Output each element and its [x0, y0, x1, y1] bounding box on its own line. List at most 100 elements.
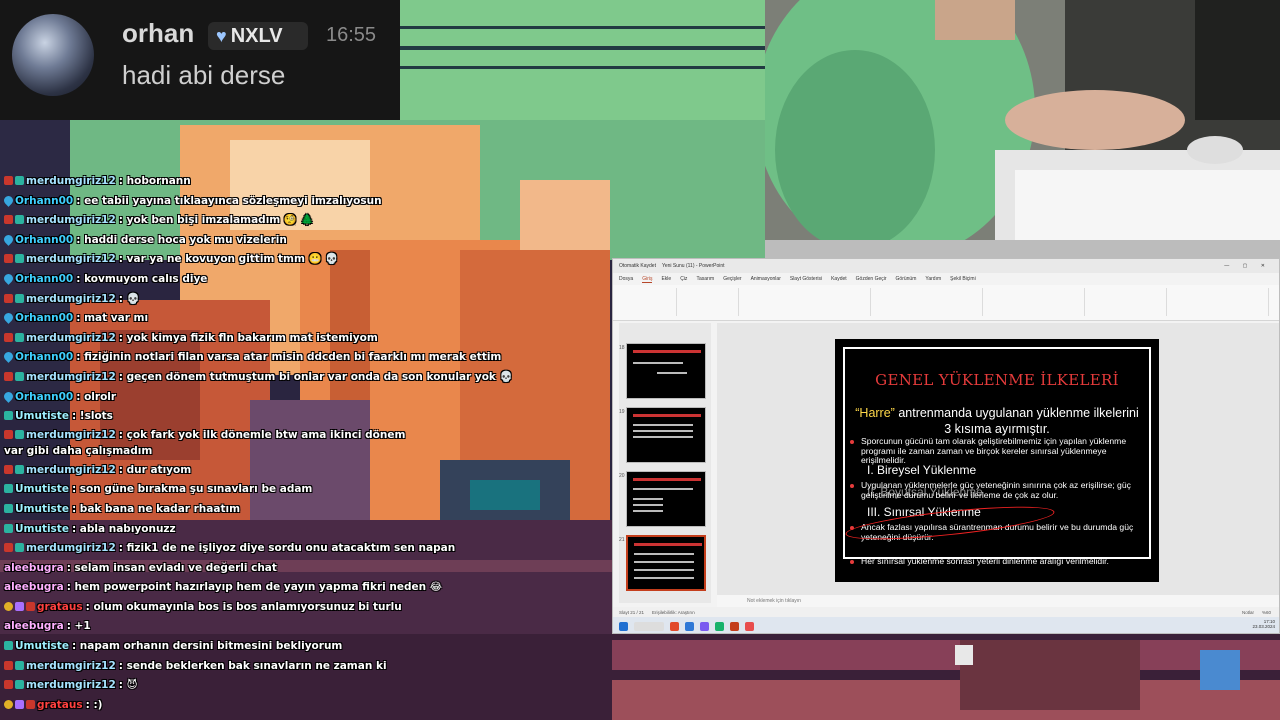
chat-username[interactable]: grataus — [37, 699, 83, 711]
app-icon[interactable] — [745, 621, 754, 631]
app-icon[interactable] — [700, 621, 709, 631]
tab-10[interactable]: Görünüm — [896, 276, 917, 282]
brave-icon[interactable] — [670, 621, 679, 631]
chat-text: : haddi derse hoca yok mu vizelerin — [76, 233, 287, 246]
chat-username[interactable]: merdumgiriz12 — [26, 660, 116, 672]
chat-text: : 💀 — [118, 292, 140, 305]
slide-thumbnail[interactable] — [626, 407, 706, 463]
chat-username[interactable]: Orhann00 — [15, 195, 73, 207]
chat-username[interactable]: aleebugra — [4, 562, 64, 574]
chat-username[interactable]: aleebugra — [4, 620, 64, 632]
clock: 17:10 23.03.2024 — [1252, 619, 1275, 629]
slide-thumbnail[interactable] — [626, 343, 706, 399]
chat-username[interactable]: Orhann00 — [15, 273, 73, 285]
gift-badge-icon — [15, 680, 24, 690]
chat-username[interactable]: merdumgiriz12 — [26, 175, 116, 187]
browser-icon[interactable] — [685, 621, 694, 631]
chat-message: merdumgiriz12: fizik1 de ne işliyoz diye… — [0, 539, 612, 559]
notes-button[interactable]: Notlar — [1242, 610, 1254, 615]
slide-thumbnail-selected[interactable] — [626, 535, 706, 591]
chat-username[interactable]: merdumgiriz12 — [26, 293, 116, 305]
chat-username[interactable]: merdumgiriz12 — [26, 429, 116, 441]
tab-6[interactable]: Animasyonlar — [751, 276, 781, 282]
chat-username[interactable]: Umutiste — [15, 503, 69, 515]
thumb-number: 18 — [619, 345, 625, 351]
chat-username[interactable]: Umutiste — [15, 483, 69, 495]
chat-username[interactable]: Umutiste — [15, 640, 69, 652]
powerpoint-icon[interactable] — [730, 621, 739, 631]
editing-group[interactable] — [1087, 288, 1167, 316]
designer-group[interactable] — [1169, 288, 1269, 316]
chat-text: : hem powerpoint hazırlayıp hem de yayın… — [66, 581, 443, 594]
tab-11[interactable]: Yardım — [925, 276, 941, 282]
tab-12[interactable]: Şekil Biçimi — [950, 276, 976, 282]
chat-username[interactable]: Orhann00 — [15, 391, 73, 403]
chat-username[interactable]: grataus — [37, 601, 83, 613]
chat-username[interactable]: Orhann00 — [15, 312, 73, 324]
gift-badge-icon — [15, 215, 24, 225]
chat-username[interactable]: merdumgiriz12 — [26, 542, 116, 554]
chat-username[interactable]: merdumgiriz12 — [26, 464, 116, 476]
chat-message: merdumgiriz12: sende beklerken bak sınav… — [0, 657, 612, 677]
tab-8[interactable]: Kaydet — [831, 276, 847, 282]
mod-badge-icon — [4, 660, 13, 670]
clipboard-group[interactable] — [617, 288, 677, 316]
chat-username[interactable]: merdumgiriz12 — [26, 214, 116, 226]
search-icon[interactable] — [634, 621, 664, 631]
notes-pane[interactable]: Not eklemek için tıklayın — [717, 595, 1279, 607]
chat-username[interactable]: merdumgiriz12 — [26, 253, 116, 265]
chat-username[interactable]: merdumgiriz12 — [26, 679, 116, 691]
chat-username[interactable]: Orhann00 — [15, 234, 73, 246]
windows-taskbar: 17:10 23.03.2024 — [613, 617, 1279, 633]
chat-username[interactable]: aleebugra — [4, 581, 64, 593]
tab-9[interactable]: Gözden Geçir — [856, 276, 887, 282]
paragraph-group[interactable] — [873, 288, 983, 316]
slides-group[interactable] — [679, 288, 739, 316]
badge-text: NXLV — [230, 24, 283, 47]
start-icon[interactable] — [619, 621, 628, 631]
autosave-label[interactable]: Otomatik Kaydet — [619, 263, 656, 269]
mod-badge-icon — [4, 464, 13, 474]
tab-7[interactable]: Slayt Gösterisi — [790, 276, 822, 282]
slide-title: GENEL YÜKLENME İLKELERİ — [875, 371, 1119, 389]
window-controls[interactable]: — ▢ ✕ — [1224, 263, 1271, 269]
chat-message: Umutiste: !slots — [0, 407, 612, 427]
current-slide[interactable]: GENEL YÜKLENME İLKELERİ “Harre” antrenma… — [835, 339, 1159, 582]
chat-text: : ee tabii yayına tıklaayınca sözleşmeyi… — [76, 194, 382, 207]
drawing-group[interactable] — [985, 288, 1085, 316]
tab-5[interactable]: Geçişler — [723, 276, 741, 282]
chat-text: : :) — [85, 698, 103, 711]
chat-message: merdumgiriz12: 😈 — [0, 676, 612, 696]
chat-text: : sende beklerken bak sınavların ne zama… — [118, 659, 387, 672]
mod-badge-icon — [4, 429, 13, 439]
chat-message: merdumgiriz12: yok ben bişi imzalamadım … — [0, 211, 612, 231]
chat-username[interactable]: Umutiste — [15, 410, 69, 422]
mod-badge-icon — [4, 371, 13, 381]
chat-message: aleebugra: hem powerpoint hazırlayıp hem… — [0, 578, 612, 598]
chat-message: aleebugra: selam insan evladı ve değerli… — [0, 559, 612, 579]
tab-1[interactable]: Giriş — [642, 276, 653, 283]
font-group[interactable] — [741, 288, 871, 316]
chat-message: grataus: olum okumayınla bos is bos anla… — [0, 598, 612, 618]
zoom-level[interactable]: %60 — [1262, 610, 1271, 615]
tab-2[interactable]: Ekle — [661, 276, 671, 282]
slide-thumbnail[interactable] — [626, 471, 706, 527]
tab-4[interactable]: Tasarım — [696, 276, 714, 282]
thumb-number: 21 — [619, 537, 625, 543]
chat-username[interactable]: Orhann00 — [15, 351, 73, 363]
chat-message: Orhann00: haddi derse hoca yok mu vizele… — [0, 231, 612, 251]
chat-username[interactable]: merdumgiriz12 — [26, 371, 116, 383]
chat-username[interactable]: merdumgiriz12 — [26, 332, 116, 344]
tab-3[interactable]: Çiz — [680, 276, 687, 282]
accessibility-status[interactable]: Erişilebilirlik: Araştırın — [652, 610, 695, 615]
chat-message: grataus: :) — [0, 696, 612, 716]
chat-text: : hobornann — [118, 175, 191, 187]
tab-0[interactable]: Dosya — [619, 276, 633, 282]
app-icon[interactable] — [715, 621, 724, 631]
gift-badge-icon — [15, 371, 24, 381]
gift-badge-icon — [4, 503, 13, 513]
gift-badge-icon — [15, 293, 24, 303]
chat-username[interactable]: Umutiste — [15, 523, 69, 535]
gift-badge-icon — [15, 464, 24, 474]
gift-badge-icon — [4, 641, 13, 651]
